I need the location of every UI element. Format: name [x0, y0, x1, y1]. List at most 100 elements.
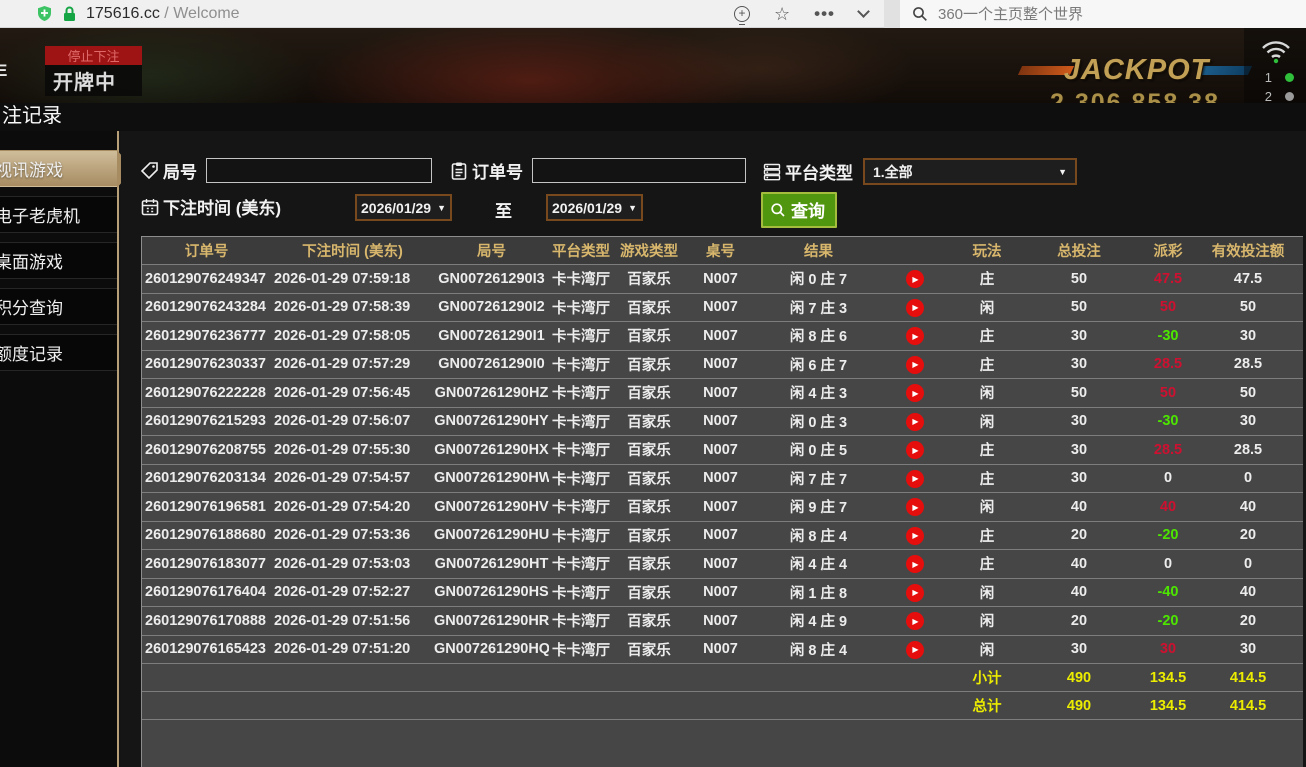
- play-video-icon[interactable]: ▶: [906, 299, 924, 317]
- valid-bet-cell: 20: [1203, 613, 1303, 629]
- result-cell: 闲 0 庄 7: [756, 268, 881, 289]
- payout-cell: 28.5: [1133, 442, 1203, 458]
- valid-bet-cell: 40: [1203, 584, 1303, 600]
- round-no-label: 局号: [163, 158, 197, 183]
- play-video-icon[interactable]: ▶: [906, 555, 924, 573]
- platform-type-select[interactable]: 1.全部 ▼: [863, 158, 1077, 185]
- more-menu-icon[interactable]: •••: [814, 4, 835, 24]
- line-1-status-dot: [1285, 73, 1294, 82]
- play-video-icon[interactable]: ▶: [906, 327, 924, 345]
- order-no-label: 订单号: [472, 158, 523, 183]
- payout-cell: 40: [1133, 499, 1203, 515]
- play-video-icon[interactable]: ▶: [906, 584, 924, 602]
- result-cell: 闲 7 庄 7: [756, 468, 881, 489]
- bet-time-cell: 2026-01-29 07:53:03: [271, 556, 434, 572]
- calendar-icon: [140, 197, 160, 217]
- play-type-cell: 闲: [949, 411, 1025, 432]
- round-id-cell: GN007261290HW: [434, 470, 549, 486]
- play-video-icon[interactable]: ▶: [906, 384, 924, 402]
- play-video-icon[interactable]: ▶: [906, 441, 924, 459]
- translate-page-icon[interactable]: +: [734, 6, 750, 22]
- to-label: 至: [495, 197, 512, 222]
- play-video-icon[interactable]: ▶: [906, 641, 924, 659]
- result-cell: 闲 0 庄 5: [756, 439, 881, 460]
- browser-search-box[interactable]: 360一个主页整个世界: [900, 0, 1306, 28]
- valid-bet-cell: 28.5: [1203, 442, 1303, 458]
- round-id-cell: GN007261290I1: [434, 328, 549, 344]
- payout-cell: -20: [1133, 527, 1203, 543]
- sidebar-item-label: 电子老虎机: [0, 202, 80, 227]
- url-host: 175616.cc: [86, 5, 160, 22]
- play-video-icon[interactable]: ▶: [906, 413, 924, 431]
- valid-bet-cell: 20: [1203, 527, 1303, 543]
- lock-icon[interactable]: [62, 6, 77, 22]
- play-video-icon[interactable]: ▶: [906, 527, 924, 545]
- round-id-cell: GN007261290HQ: [434, 641, 549, 657]
- sidebar-item[interactable]: 视讯游戏: [0, 150, 117, 187]
- date-to-select[interactable]: 2026/01/29 ▼: [546, 194, 643, 221]
- total-bet-cell: 30: [1025, 442, 1133, 458]
- play-video-icon[interactable]: ▶: [906, 470, 924, 488]
- sidebar-item-label: 积分查询: [0, 294, 63, 319]
- bet-time-cell: 2026-01-29 07:54:57: [271, 470, 434, 486]
- table-header-row: 订单号 下注时间 (美东) 局号 平台类型 游戏类型 桌号 结果 玩法 总投注 …: [142, 237, 1303, 265]
- result-cell: 闲 4 庄 9: [756, 610, 881, 631]
- round-id-cell: GN007261290I2: [434, 299, 549, 315]
- subtotal-bet: 490: [1025, 670, 1133, 686]
- payout-cell: 30: [1133, 641, 1203, 657]
- col-header-platform: 平台类型: [549, 240, 613, 261]
- line-2-label[interactable]: 2: [1265, 89, 1272, 103]
- total-bet-cell: 50: [1025, 385, 1133, 401]
- play-video-icon[interactable]: ▶: [906, 498, 924, 516]
- query-button[interactable]: 查询: [761, 192, 837, 228]
- total-bet: 490: [1025, 698, 1133, 714]
- table-no-cell: N007: [685, 527, 756, 543]
- sidebar-item[interactable]: 电子老虎机: [0, 196, 117, 233]
- platform-cell: 卡卡湾厅: [549, 411, 613, 432]
- table-no-cell: N007: [685, 584, 756, 600]
- subtotal-valid: 414.5: [1203, 670, 1303, 686]
- platform-cell: 卡卡湾厅: [549, 525, 613, 546]
- result-cell: 闲 4 庄 4: [756, 553, 881, 574]
- toolbar-divider: [884, 0, 900, 28]
- order-id-cell: 260129076222228: [142, 385, 271, 401]
- valid-bet-cell: 0: [1203, 556, 1303, 572]
- total-bet-cell: 20: [1025, 527, 1133, 543]
- order-id-cell: 260129076249347: [142, 271, 271, 287]
- col-header-order: 订单号: [142, 240, 271, 261]
- sidebar-item-label: 桌面游戏: [0, 248, 63, 273]
- sidebar-item[interactable]: 积分查询: [0, 288, 117, 325]
- play-video-icon[interactable]: ▶: [906, 612, 924, 630]
- table-row: 260129076170888 2026-01-29 07:51:56 GN00…: [142, 607, 1303, 636]
- result-cell: 闲 9 庄 7: [756, 496, 881, 517]
- address-url[interactable]: 175616.cc / Welcome: [86, 5, 240, 23]
- round-no-input[interactable]: [206, 158, 432, 183]
- shield-plus-icon[interactable]: [36, 5, 53, 22]
- play-video-icon[interactable]: ▶: [906, 270, 924, 288]
- sidebar-item[interactable]: 额度记录: [0, 334, 117, 371]
- play-type-cell: 庄: [949, 268, 1025, 289]
- casino-banner: E 停止下注 开牌中 JACKPOT 2,306,858.38 1 2: [0, 28, 1306, 103]
- valid-bet-cell: 40: [1203, 499, 1303, 515]
- table-row: 260129076236777 2026-01-29 07:58:05 GN00…: [142, 322, 1303, 351]
- order-no-input[interactable]: [532, 158, 746, 183]
- round-id-cell: GN007261290HV: [434, 499, 549, 515]
- table-no-cell: N007: [685, 413, 756, 429]
- date-from-select[interactable]: 2026/01/29 ▼: [355, 194, 452, 221]
- total-bet-cell: 40: [1025, 499, 1133, 515]
- round-id-cell: GN007261290HZ: [434, 385, 549, 401]
- chevron-down-icon[interactable]: [857, 5, 870, 18]
- magnifier-icon: [770, 202, 786, 218]
- round-id-cell: GN007261290HT: [434, 556, 549, 572]
- platform-cell: 卡卡湾厅: [549, 325, 613, 346]
- play-type-cell: 闲: [949, 639, 1025, 660]
- play-type-cell: 庄: [949, 325, 1025, 346]
- sidebar-item[interactable]: 桌面游戏: [0, 242, 117, 279]
- favorite-star-icon[interactable]: ☆: [774, 5, 790, 23]
- line-1-label[interactable]: 1: [1265, 70, 1272, 85]
- payout-cell: 0: [1133, 470, 1203, 486]
- table-no-cell: N007: [685, 356, 756, 372]
- play-video-icon[interactable]: ▶: [906, 356, 924, 374]
- round-id-cell: GN007261290HU: [434, 527, 549, 543]
- result-cell: 闲 8 庄 4: [756, 525, 881, 546]
